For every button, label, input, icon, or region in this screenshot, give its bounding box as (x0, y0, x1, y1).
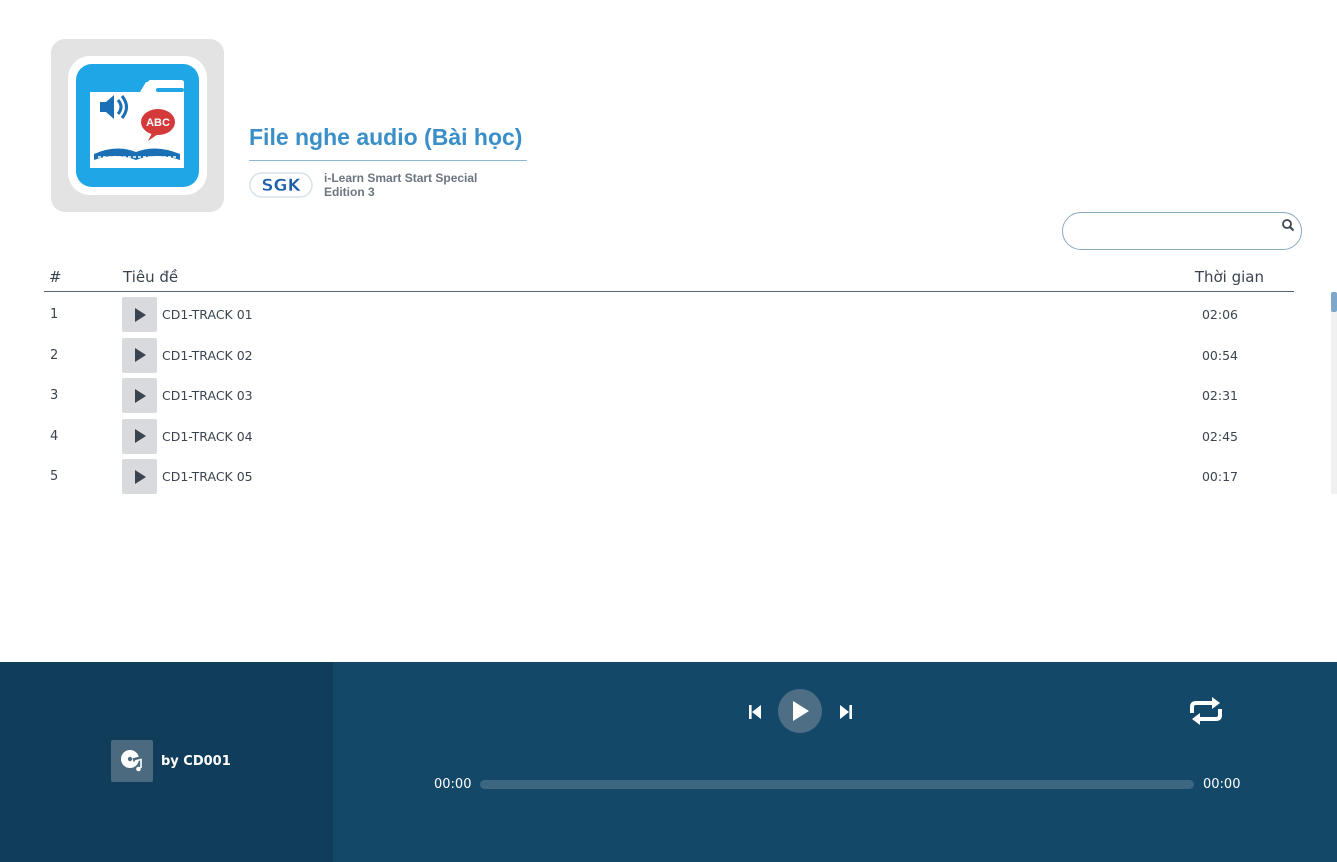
track-play-button[interactable] (122, 337, 157, 373)
table-row[interactable]: 1 CD1-TRACK 01 02:06 (44, 294, 1294, 335)
track-duration: 02:31 (1201, 388, 1238, 403)
music-disc-icon (121, 750, 143, 772)
track-number: 1 (50, 307, 59, 322)
play-icon (134, 348, 146, 362)
svg-text:ABC: ABC (146, 117, 170, 129)
svg-text:SGK: SGK (261, 176, 301, 196)
total-time: 00:00 (1203, 777, 1241, 792)
table-row[interactable]: 3 CD1-TRACK 03 02:31 (44, 375, 1294, 416)
play-icon (134, 429, 146, 443)
track-number: 3 (50, 388, 59, 403)
table-row[interactable]: 4 CD1-TRACK 04 02:45 (44, 416, 1294, 457)
column-header-duration[interactable]: Thời gian (1195, 268, 1264, 286)
track-number: 4 (50, 428, 59, 444)
track-play-button[interactable] (122, 378, 157, 413)
audio-player: by CD001 00:00 00:00 (0, 662, 1337, 862)
track-title[interactable]: CD1-TRACK 03 (162, 388, 253, 403)
now-playing-panel: by CD001 (0, 662, 333, 862)
column-header-title[interactable]: Tiêu đề (123, 268, 178, 286)
track-number: 2 (50, 347, 59, 363)
column-header-number: # (49, 268, 62, 286)
track-duration: 00:17 (1201, 469, 1238, 484)
track-play-button[interactable] (122, 418, 157, 454)
track-play-button[interactable] (122, 459, 157, 494)
track-play-button[interactable] (122, 297, 157, 332)
audio-book-icon: ABC (76, 64, 199, 187)
progress-bar[interactable] (480, 780, 1194, 789)
cover-image: ABC (51, 39, 224, 212)
play-icon (134, 307, 146, 322)
table-row[interactable]: 2 CD1-TRACK 02 00:54 (44, 335, 1294, 376)
track-title[interactable]: CD1-TRACK 01 (162, 307, 253, 322)
track-title[interactable]: CD1-TRACK 05 (162, 469, 253, 484)
track-artist: by CD001 (161, 754, 231, 769)
list-scrollbar[interactable] (1331, 292, 1337, 494)
track-title[interactable]: CD1-TRACK 04 (162, 429, 253, 444)
track-duration: 02:06 (1201, 307, 1238, 322)
search-box[interactable] (1062, 212, 1302, 250)
cover-inner: ABC (68, 56, 207, 195)
search-input[interactable] (1077, 221, 1281, 243)
play-pause-button[interactable] (778, 689, 822, 733)
play-icon (134, 469, 146, 484)
track-list: 1 CD1-TRACK 01 02:06 2 CD1-TRACK 02 00:5… (44, 294, 1294, 497)
book-name: i-Learn Smart Start Special Edition 3 (324, 171, 478, 199)
track-duration: 02:45 (1201, 428, 1238, 444)
skip-next-icon[interactable] (836, 702, 856, 722)
title-divider (249, 160, 527, 161)
page-title: File nghe audio (Bài học) (249, 124, 523, 150)
search-icon[interactable] (1281, 218, 1295, 232)
track-table-header: # Tiêu đề Thời gian (44, 266, 1294, 292)
table-row[interactable]: 5 CD1-TRACK 05 00:17 (44, 456, 1294, 497)
scrollbar-thumb[interactable] (1331, 292, 1337, 312)
play-icon (793, 701, 809, 721)
audio-page: ABC File nghe audio (Bài học) SGK i-Lear… (0, 0, 1337, 862)
track-title[interactable]: CD1-TRACK 02 (162, 348, 253, 363)
track-duration: 00:54 (1201, 347, 1238, 363)
track-thumbnail (111, 740, 153, 782)
current-time: 00:00 (434, 777, 472, 792)
repeat-icon[interactable] (1186, 696, 1226, 726)
sgk-logo: SGK (249, 172, 313, 198)
skip-previous-icon[interactable] (745, 702, 765, 722)
play-icon (134, 388, 146, 403)
track-number: 5 (50, 469, 59, 484)
